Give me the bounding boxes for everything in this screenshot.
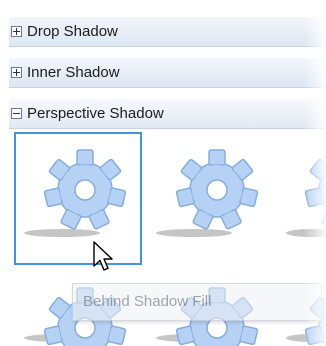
gallery-item[interactable] <box>284 140 326 240</box>
gear-icon <box>286 158 326 237</box>
group-drop-shadow[interactable]: Drop Shadow <box>9 17 326 47</box>
group-label: Drop Shadow <box>27 23 118 40</box>
expand-icon[interactable] <box>11 67 22 78</box>
gallery-item[interactable] <box>154 140 270 240</box>
gear-icon <box>156 149 259 237</box>
tooltip: Behind Shadow Fill <box>72 283 322 321</box>
selected-gallery-item[interactable] <box>14 132 142 265</box>
mouse-pointer-icon <box>93 241 113 271</box>
shadow-effects-panel: Drop Shadow Inner Shadow Perspective Sha… <box>0 0 326 346</box>
group-perspective-shadow[interactable]: Perspective Shadow <box>9 99 326 129</box>
group-label: Inner Shadow <box>27 64 120 81</box>
expand-icon[interactable] <box>11 26 22 37</box>
group-inner-shadow[interactable]: Inner Shadow <box>9 58 326 88</box>
collapse-icon[interactable] <box>11 108 22 119</box>
group-label: Perspective Shadow <box>27 105 164 122</box>
